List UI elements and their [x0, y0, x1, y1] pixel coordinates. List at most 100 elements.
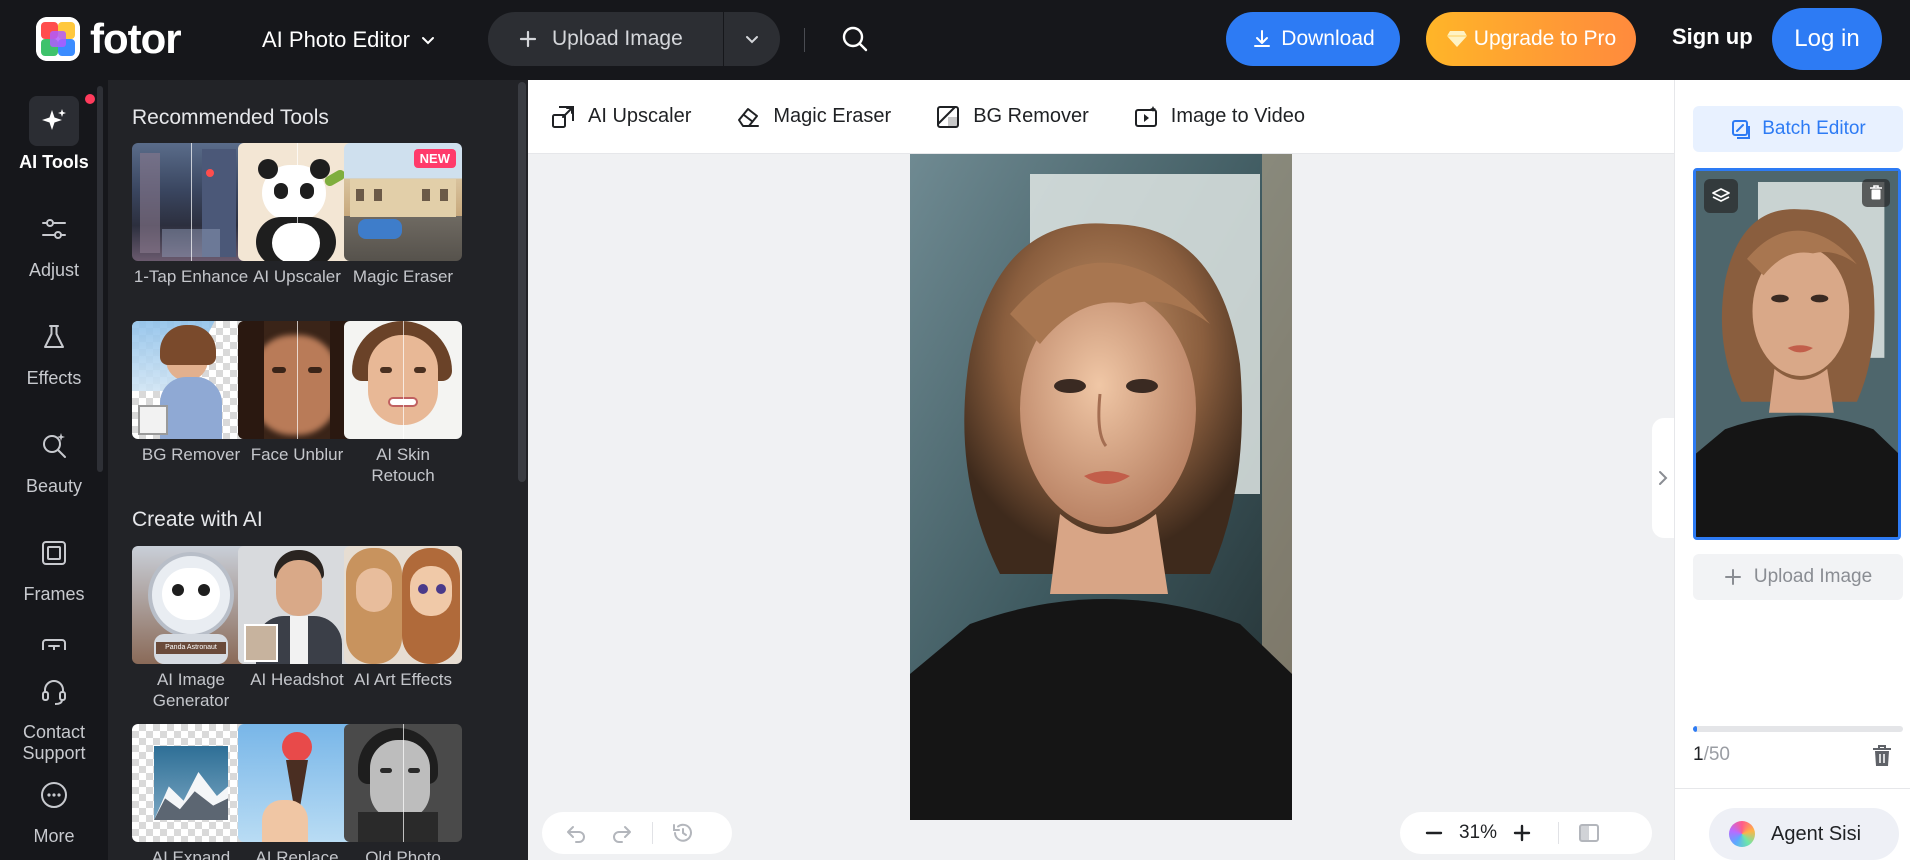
- tool-label: AI Image Generator: [152, 670, 230, 710]
- batch-editor-label: Batch Editor: [1762, 118, 1866, 139]
- thumb-caption: Panda Astronaut: [156, 642, 226, 654]
- beauty-icon: [29, 420, 79, 470]
- clear-all-button[interactable]: [1871, 744, 1897, 770]
- trash-icon: [1870, 185, 1882, 200]
- tool-face-unblur[interactable]: Face Unblur: [238, 321, 356, 465]
- image-thumbnail-selected[interactable]: [1693, 168, 1901, 540]
- sign-up-link[interactable]: Sign up: [1672, 24, 1753, 50]
- tool-label: AI Art Effects: [354, 670, 452, 689]
- upload-image-button[interactable]: Upload Image: [488, 12, 724, 66]
- headset-icon: [29, 666, 79, 716]
- tool-magic-eraser[interactable]: NEW Magic Eraser: [344, 143, 462, 287]
- tool-bg-remover[interactable]: BG Remover: [132, 321, 250, 465]
- tool-ai-headshot[interactable]: AI Headshot: [238, 546, 356, 690]
- rail-item-frames[interactable]: Frames: [0, 528, 108, 605]
- search-icon: [842, 26, 868, 52]
- rail-item-beauty[interactable]: Beauty: [0, 420, 108, 497]
- image-count-progress: [1693, 726, 1903, 732]
- search-button[interactable]: [838, 22, 872, 56]
- quick-tools-toolbar: AI Upscaler Magic Eraser BG Remover Imag…: [528, 80, 1674, 154]
- redo-button[interactable]: [606, 817, 638, 849]
- trash-icon: [1873, 745, 1891, 766]
- panel-scrollbar[interactable]: [518, 82, 526, 482]
- before-after-divider: [403, 724, 404, 842]
- topbar-divider: [804, 28, 805, 52]
- frame-icon: [29, 528, 79, 578]
- compare-icon: [1579, 824, 1599, 842]
- sidebar-upload-label: Upload Image: [1753, 566, 1873, 587]
- rail-item-text-partial[interactable]: [0, 636, 108, 656]
- zoom-out-button[interactable]: [1418, 817, 1450, 849]
- rail-item-effects[interactable]: Effects: [0, 312, 108, 389]
- ai-tools-panel: Recommended Tools 1-Tap Enhance AI Upsca…: [108, 80, 528, 860]
- rail-item-adjust[interactable]: Adjust: [0, 204, 108, 281]
- toolbar-label: Image to Video: [1170, 105, 1305, 127]
- left-tool-rail: AI Tools Adjust Effects Beauty Frames Co…: [0, 80, 108, 860]
- undo-icon: [567, 826, 585, 843]
- zoom-controls: 31%: [1400, 812, 1652, 854]
- tool-1-tap-enhance[interactable]: 1-Tap Enhance: [132, 143, 250, 287]
- zoom-divider: [1558, 822, 1559, 844]
- image-count-max: /50: [1703, 744, 1730, 765]
- sidebar-upload-image-button[interactable]: Upload Image: [1693, 554, 1903, 600]
- toolbar-image-to-video[interactable]: Image to Video: [1133, 104, 1305, 130]
- layers-button[interactable]: [1704, 179, 1738, 213]
- edited-photo[interactable]: [910, 154, 1292, 820]
- chevron-down-icon: [746, 36, 758, 44]
- rail-item-contact-support[interactable]: Contact Support: [0, 662, 108, 764]
- history-divider: [652, 822, 653, 844]
- rail-item-ai-tools[interactable]: AI Tools: [0, 96, 108, 173]
- log-in-button[interactable]: Log in: [1772, 8, 1882, 70]
- download-icon: [1254, 30, 1271, 47]
- tool-label: AI Expand: [151, 848, 231, 860]
- toolbar-label: Magic Eraser: [773, 105, 892, 127]
- zoom-in-button[interactable]: [1506, 817, 1538, 849]
- tool-ai-upscaler[interactable]: AI Upscaler: [238, 143, 356, 287]
- editor-canvas[interactable]: 31%: [528, 154, 1674, 860]
- rail-item-more[interactable]: More: [0, 770, 108, 847]
- tool-label: BG Remover: [141, 445, 241, 464]
- tool-ai-expand[interactable]: AI Expand: [132, 724, 250, 860]
- toolbar-ai-upscaler[interactable]: AI Upscaler: [550, 104, 691, 130]
- image-count-current: 1: [1693, 744, 1704, 765]
- fotor-logo[interactable]: fotor: [36, 17, 182, 61]
- history-icon: [673, 823, 692, 842]
- download-button[interactable]: Download: [1226, 12, 1400, 66]
- expand-right-panel-button[interactable]: [1652, 418, 1674, 538]
- delete-thumbnail-button[interactable]: [1862, 179, 1890, 207]
- tool-ai-skin-retouch[interactable]: AI Skin Retouch: [344, 321, 462, 486]
- logo-mark-icon: [36, 17, 80, 61]
- tool-thumbnail: [344, 724, 462, 842]
- zoom-level[interactable]: 31%: [1450, 822, 1506, 844]
- tool-thumbnail: [132, 724, 250, 842]
- tool-label: AI Upscaler: [253, 267, 341, 286]
- diamond-icon: [1446, 31, 1467, 47]
- rail-label: More: [33, 826, 75, 846]
- compare-button[interactable]: [1573, 817, 1605, 849]
- chevron-down-icon: [421, 37, 434, 45]
- image-count-progress-fill: [1693, 726, 1698, 732]
- plus-icon: [519, 30, 537, 48]
- upgrade-to-pro-button[interactable]: Upgrade to Pro: [1426, 12, 1636, 66]
- eraser-icon: [738, 107, 760, 127]
- tool-ai-art-effects[interactable]: AI Art Effects: [344, 546, 462, 690]
- undo-button[interactable]: [560, 817, 592, 849]
- editor-mode-select[interactable]: AI Photo Editor: [262, 22, 436, 58]
- tool-ai-replace[interactable]: AI Replace: [238, 724, 356, 860]
- flask-icon: [29, 312, 79, 362]
- tool-label: AI Skin Retouch: [371, 445, 435, 485]
- rail-label: Adjust: [28, 260, 80, 280]
- recommended-tools-title: Recommended Tools: [132, 106, 329, 129]
- tool-old-photo[interactable]: Old Photo: [344, 724, 462, 860]
- toolbar-label: AI Upscaler: [588, 105, 692, 127]
- upload-options-dropdown[interactable]: [724, 12, 780, 66]
- tool-label: Old Photo: [365, 848, 441, 860]
- toolbar-magic-eraser[interactable]: Magic Eraser: [735, 104, 891, 130]
- toolbar-bg-remover[interactable]: BG Remover: [935, 104, 1089, 130]
- batch-editor-button[interactable]: Batch Editor: [1693, 106, 1903, 152]
- new-badge: NEW: [413, 149, 456, 168]
- agent-sisi-button[interactable]: Agent Sisi: [1709, 808, 1899, 860]
- tool-label: AI Replace: [255, 848, 339, 860]
- reset-history-button[interactable]: [667, 817, 699, 849]
- tool-ai-image-generator[interactable]: Panda Astronaut AI Image Generator: [132, 546, 250, 711]
